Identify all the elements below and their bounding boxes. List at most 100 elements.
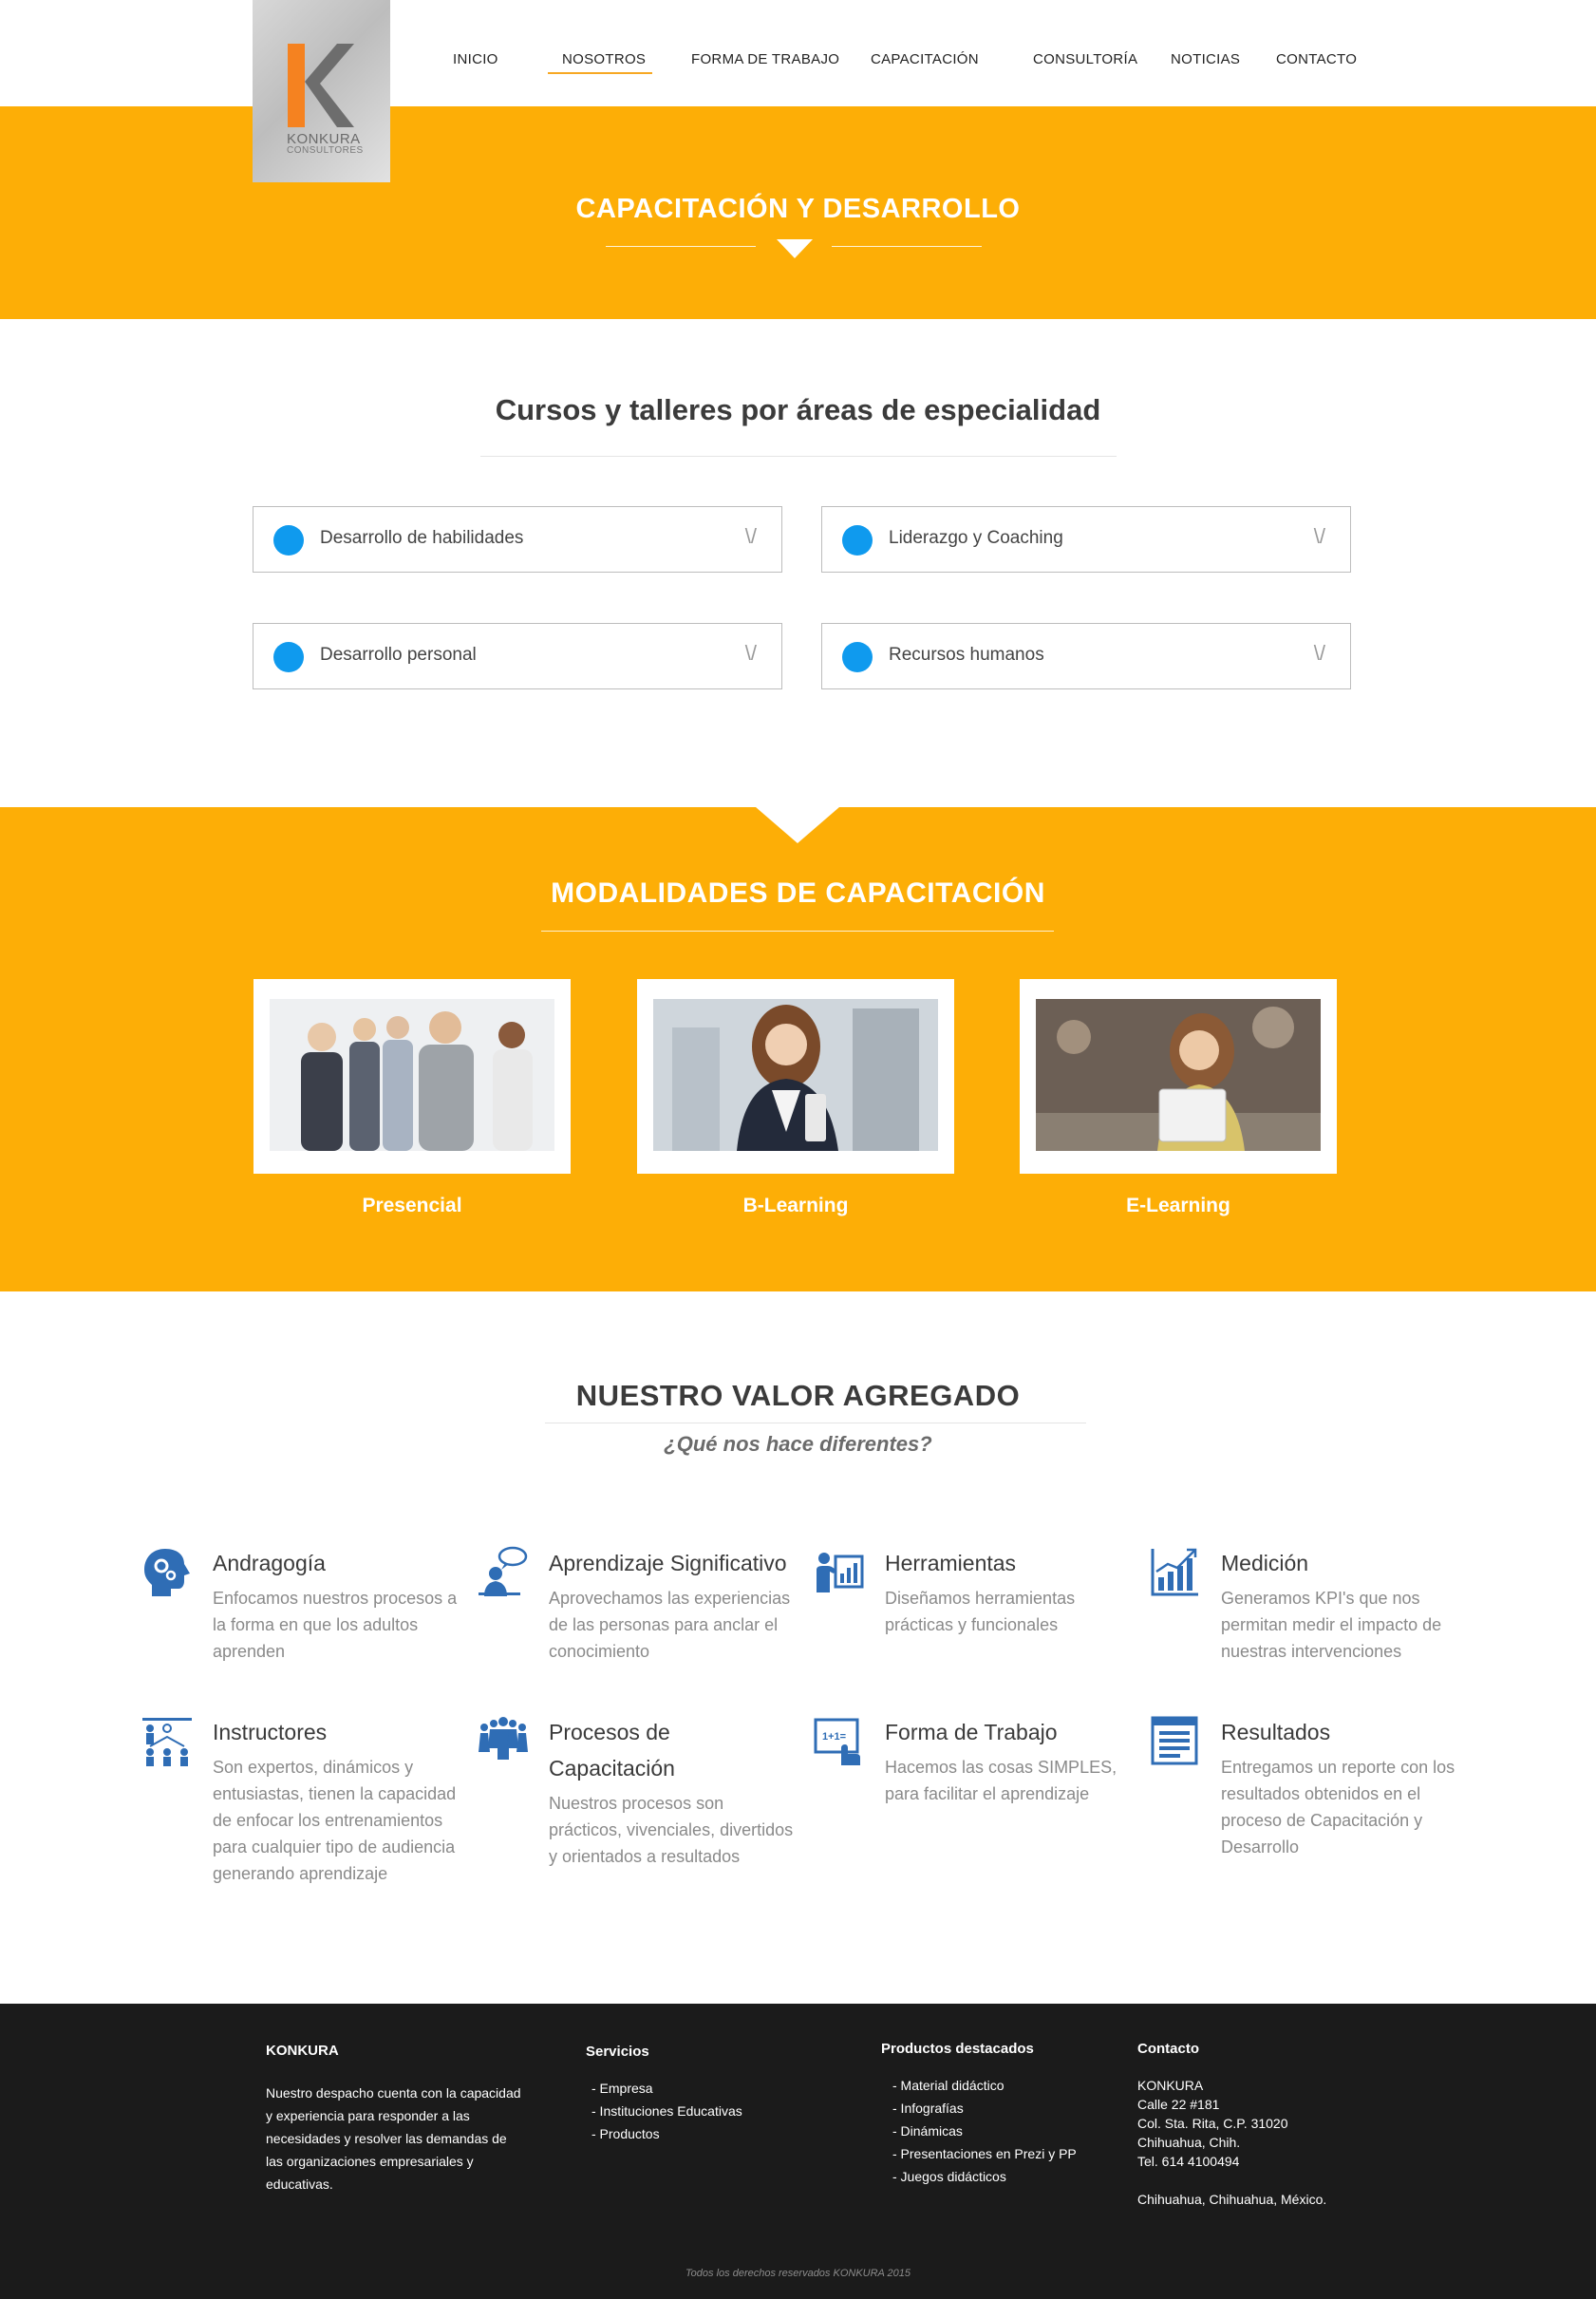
- footer-about-title: KONKURA: [266, 2043, 339, 2059]
- feature-title: Forma de Trabajo: [885, 1720, 1058, 1744]
- modalities-divider: [541, 931, 1054, 932]
- bullet-icon: [842, 525, 873, 556]
- feature-description: Generamos KPI's que nos permitan medir e…: [1221, 1589, 1442, 1661]
- group-of-professionals-photo: [270, 999, 554, 1151]
- person-speech-icon: [479, 1546, 528, 1596]
- nav-nosotros[interactable]: NOSOTROS: [562, 51, 646, 67]
- footer-contact-title: Contacto: [1137, 2041, 1199, 2057]
- feature-description: Hacemos las cosas SIMPLES, para facilita…: [885, 1758, 1117, 1803]
- modality-label-blearning[interactable]: B-Learning: [637, 1195, 954, 1217]
- feature-aprendizaje-significativo: Aprendizaje Significativo Aprovechamos l…: [477, 1545, 790, 1668]
- footer-contact-line: Tel. 614 4100494: [1137, 2154, 1240, 2169]
- nav-inicio[interactable]: INICIO: [453, 51, 498, 67]
- feature-title: Resultados: [1221, 1720, 1331, 1744]
- nav-capacitacion[interactable]: CAPACITACIÓN: [871, 51, 979, 67]
- feature-description: Nuestros procesos son prácticos, vivenci…: [549, 1794, 794, 1866]
- modality-label-presencial[interactable]: Presencial: [253, 1195, 571, 1217]
- footer-contact-line: Calle 22 #181: [1137, 2097, 1220, 2112]
- footer-contact-line: KONKURA: [1137, 2078, 1204, 2093]
- accordion-label: Desarrollo personal: [320, 645, 477, 665]
- feature-title: Procesos de Capacitación: [549, 1720, 675, 1781]
- value-subtitle: ¿Qué nos hace diferentes?: [664, 1432, 932, 1456]
- footer-contact-line: Col. Sta. Rita, C.P. 31020: [1137, 2116, 1288, 2131]
- footer-contact-line: Chihuahua, Chih.: [1137, 2135, 1241, 2150]
- bar-chart-icon: [1151, 1548, 1198, 1596]
- accordion-label: Liderazgo y Coaching: [889, 528, 1063, 548]
- head-gears-icon: [144, 1549, 190, 1596]
- woman-thinking-with-tablet-photo: [1036, 999, 1321, 1151]
- modality-card-presencial[interactable]: [253, 979, 571, 1174]
- nav-consultoria[interactable]: CONSULTORÍA: [1033, 51, 1137, 67]
- footer-services-link[interactable]: - Productos: [591, 2122, 795, 2145]
- feature-description: Entregamos un reporte con los resultados…: [1221, 1758, 1455, 1856]
- accordion-label: Recursos humanos: [889, 645, 1044, 665]
- nav-noticias[interactable]: NOTICIAS: [1171, 51, 1240, 67]
- courses-divider: [480, 456, 1117, 457]
- feature-title: Instructores: [213, 1720, 328, 1744]
- footer-products: Productos destacados - Material didáctic…: [881, 2038, 1109, 2188]
- smiling-woman-with-tablet-photo: [653, 999, 938, 1151]
- chevron-down-icon: \/: [1313, 641, 1325, 665]
- footer-services: Servicios - Empresa - Instituciones Educ…: [586, 2041, 795, 2145]
- feature-resultados: Resultados Entregamos un reporte con los…: [1149, 1714, 1462, 1875]
- modality-card-elearning[interactable]: [1020, 979, 1337, 1174]
- feature-title: Medición: [1221, 1551, 1309, 1575]
- footer-contact-spacer: [1137, 2171, 1384, 2190]
- chevron-down-icon: \/: [1313, 524, 1325, 548]
- accordion-desarrollo-habilidades[interactable]: Desarrollo de habilidades \/: [253, 506, 782, 573]
- footer-services-title: Servicios: [586, 2044, 649, 2060]
- accordion-label: Desarrollo de habilidades: [320, 528, 524, 548]
- footer-products-link[interactable]: - Material didáctico: [892, 2074, 1109, 2097]
- feature-herramientas: Herramientas Diseñamos herramientas prác…: [813, 1545, 1126, 1668]
- feature-description: Enfocamos nuestros procesos a la forma e…: [213, 1589, 458, 1661]
- hero-title: CAPACITACIÓN Y DESARROLLO: [575, 194, 1021, 224]
- accordion-recursos-humanos[interactable]: Recursos humanos \/: [821, 623, 1351, 689]
- feature-description: Aprovechamos las experiencias de las per…: [549, 1589, 791, 1661]
- footer-services-link[interactable]: - Empresa: [591, 2077, 795, 2100]
- section-notch: [756, 807, 839, 843]
- feature-andragogia: Andragogía Enfocamos nuestros procesos a…: [141, 1545, 457, 1668]
- modalities-title: MODALIDADES DE CAPACITACIÓN: [551, 877, 1045, 909]
- feature-description: Son expertos, dinámicos y entusiastas, t…: [213, 1758, 457, 1883]
- hero-divider-right: [832, 246, 982, 247]
- feature-title: Herramientas: [885, 1551, 1017, 1575]
- chevron-down-icon: \/: [744, 641, 757, 665]
- presenter-board-icon: [817, 1553, 864, 1592]
- nav-contacto[interactable]: CONTACTO: [1276, 51, 1357, 67]
- group-people-icon: [479, 1717, 528, 1760]
- feature-title: Aprendizaje Significativo: [549, 1551, 787, 1575]
- nav-active-indicator: [548, 72, 652, 74]
- feature-medicion: Medición Generamos KPI's que nos permita…: [1149, 1545, 1462, 1668]
- hero-divider-left: [606, 246, 756, 247]
- footer-about-text: Nuestro despacho cuenta con la capacidad…: [266, 2085, 521, 2192]
- feature-forma-de-trabajo: 1+1= Forma de Trabajo Hacemos las cosas …: [813, 1714, 1126, 1837]
- nav-forma-de-trabajo[interactable]: FORMA DE TRABAJO: [691, 51, 839, 67]
- footer-about: KONKURA Nuestro despacho cuenta con la c…: [266, 2040, 522, 2195]
- footer-products-link[interactable]: - Presentaciones en Prezi y PP: [892, 2142, 1109, 2165]
- konkura-logo[interactable]: KONKURA CONSULTORES: [253, 0, 390, 182]
- bullet-icon: [842, 642, 873, 672]
- feature-title: Andragogía: [213, 1551, 326, 1575]
- footer-products-link[interactable]: - Dinámicas: [892, 2120, 1109, 2142]
- chevron-down-icon: \/: [744, 524, 757, 548]
- modality-card-blearning[interactable]: [637, 979, 954, 1174]
- svg-text:1+1=: 1+1=: [822, 1731, 846, 1743]
- k-logo-icon: [288, 44, 354, 127]
- board-touch-icon: 1+1=: [814, 1718, 860, 1765]
- footer-products-title: Productos destacados: [881, 2041, 1034, 2057]
- footer-services-link[interactable]: - Instituciones Educativas: [591, 2100, 795, 2122]
- accordion-desarrollo-personal[interactable]: Desarrollo personal \/: [253, 623, 782, 689]
- accordion-liderazgo-coaching[interactable]: Liderazgo y Coaching \/: [821, 506, 1351, 573]
- hero-arrow-icon: [777, 239, 813, 258]
- value-title: NUESTRO VALOR AGREGADO: [575, 1379, 1021, 1412]
- feature-description: Diseñamos herramientas prácticas y funci…: [885, 1589, 1076, 1634]
- footer-products-link[interactable]: - Juegos didácticos: [892, 2165, 1109, 2188]
- footer-contact: Contacto KONKURA Calle 22 #181 Col. Sta.…: [1137, 2040, 1384, 2209]
- logo-subtitle: CONSULTORES: [287, 145, 364, 156]
- org-people-icon: [142, 1718, 192, 1766]
- modality-label-elearning[interactable]: E-Learning: [1020, 1195, 1337, 1217]
- courses-title: Cursos y talleres por áreas de especiali…: [495, 393, 1101, 426]
- footer-products-link[interactable]: - Infografías: [892, 2097, 1109, 2120]
- feature-procesos-capacitacion: Procesos de Capacitación Nuestros proces…: [477, 1714, 793, 1894]
- bullet-icon: [273, 525, 304, 556]
